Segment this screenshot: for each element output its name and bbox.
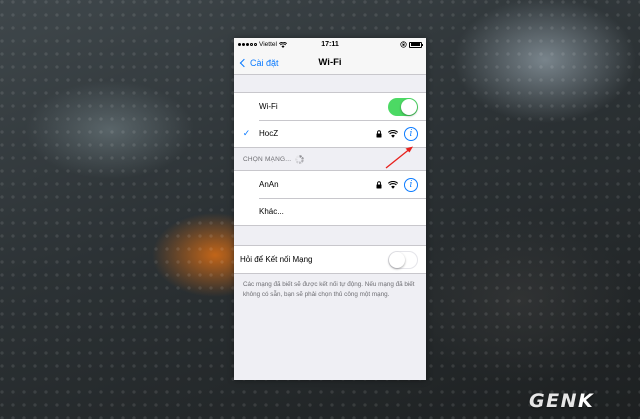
signal-dots-icon: [238, 43, 257, 46]
connected-network-name: HocZ: [259, 129, 279, 138]
navigation-bar: Cài đặt Wi-Fi: [234, 51, 426, 75]
checkmark-icon: ✓: [242, 128, 251, 138]
ask-to-join-label: Hỏi để Kết nối Mạng: [240, 255, 313, 264]
chevron-left-icon: [239, 58, 249, 68]
network-row-anan[interactable]: AnAn i: [234, 171, 426, 198]
wifi-group: Wi-Fi ✓ HocZ i: [234, 92, 426, 148]
red-arrow-icon: [385, 146, 413, 169]
wifi-label: Wi-Fi: [259, 102, 278, 111]
back-button[interactable]: Cài đặt: [239, 51, 279, 75]
wifi-signal-icon: [388, 180, 398, 189]
battery-icon: [409, 41, 424, 48]
logo-text-main: GEN: [529, 390, 578, 412]
other-network-label: Khác...: [259, 207, 284, 216]
logo-text-accent: K: [577, 390, 595, 412]
lock-icon: [376, 129, 382, 137]
network-name: AnAn: [259, 180, 279, 189]
loading-spinner-icon: [295, 154, 305, 164]
wifi-toggle-row: Wi-Fi: [234, 93, 426, 120]
info-icon[interactable]: i: [404, 126, 418, 141]
wifi-icon: [278, 41, 287, 48]
other-network-row[interactable]: Khác...: [234, 198, 426, 225]
status-time: 17:11: [321, 41, 339, 48]
ask-to-join-row: Hỏi để Kết nối Mạng: [234, 246, 426, 273]
choose-network-label: CHỌN MẠNG...: [243, 155, 292, 163]
carrier-label: Viettel: [259, 41, 277, 48]
info-icon[interactable]: i: [404, 177, 418, 192]
back-label: Cài đặt: [250, 58, 279, 68]
lock-rotation-icon: [400, 41, 407, 48]
network-list: AnAn i Khác...: [234, 170, 426, 226]
status-bar: Viettel 17:11: [234, 38, 426, 51]
lock-icon: [376, 180, 382, 188]
genk-watermark-logo: GENK: [529, 390, 594, 412]
wifi-signal-icon: [388, 129, 398, 138]
ask-to-join-footer: Các mạng đã biết sẽ được kết nối tự động…: [243, 281, 415, 298]
ask-to-join-group: Hỏi để Kết nối Mạng: [234, 245, 426, 274]
page-title: Wi-Fi: [318, 57, 342, 68]
phone-screen: Viettel 17:11 Cài đặt Wi-Fi Wi-Fi ✓ HocZ…: [234, 38, 426, 380]
ask-to-join-toggle[interactable]: [388, 250, 418, 269]
wifi-toggle[interactable]: [388, 97, 418, 116]
